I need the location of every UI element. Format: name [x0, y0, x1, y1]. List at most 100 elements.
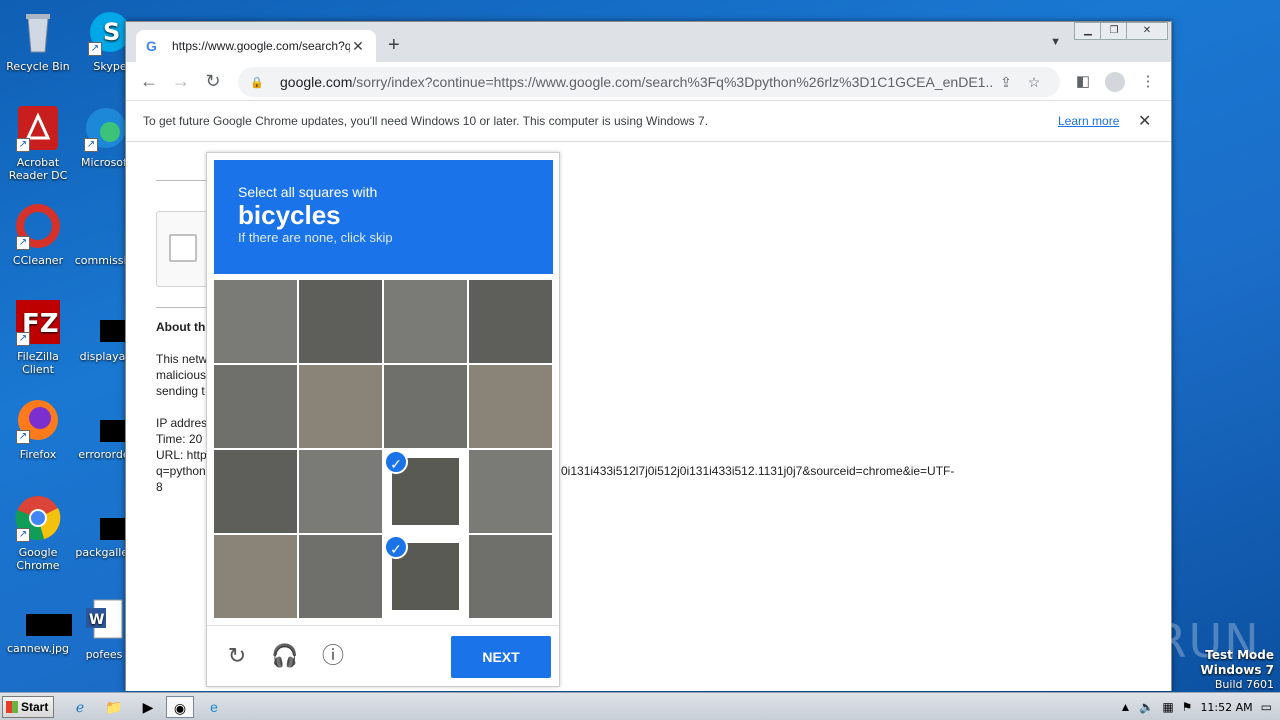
svg-text:S: S	[103, 18, 120, 46]
grid-tile[interactable]	[299, 365, 382, 448]
media-player-taskbar-icon[interactable]: ▶	[134, 696, 162, 718]
edge-taskbar-icon[interactable]: e	[200, 696, 228, 718]
edge-icon: ↗	[82, 104, 130, 152]
desktop-icon-ccleaner[interactable]: ↗ CCleaner	[0, 202, 76, 267]
grid-tile[interactable]	[469, 365, 552, 448]
test-mode-label: Test Mode	[1205, 648, 1274, 662]
window-close-icon[interactable]: ✕	[1126, 22, 1168, 40]
url-text-tail: 0i131i433i512l7j0i512j0i131i433i512.1131…	[561, 464, 955, 478]
url-label: URL: http	[156, 448, 207, 462]
show-desktop-icon[interactable]: ▭	[1261, 700, 1272, 714]
grid-tile[interactable]	[384, 365, 467, 448]
grid-tile[interactable]	[214, 535, 297, 618]
tab-search-chevron-icon[interactable]: ▼	[1050, 36, 1061, 48]
challenge-footer: ↻ 🎧 ⓘ NEXT	[207, 625, 559, 688]
desktop-icon-filezilla[interactable]: FZ ↗ FileZilla Client	[0, 298, 76, 376]
share-icon[interactable]: ⇪	[992, 74, 1020, 91]
desktop-icon-cannew[interactable]: cannew.jpg	[0, 604, 76, 655]
desktop-icon-label: Microsoft	[80, 156, 132, 169]
desktop-icon-label: pofees	[85, 648, 123, 661]
network-icon[interactable]: ▦	[1162, 700, 1173, 714]
acrobat-icon: ↗	[14, 104, 62, 152]
grid-tile[interactable]	[469, 450, 552, 533]
forward-arrow-icon[interactable]: →	[170, 70, 192, 92]
restore-icon[interactable]: ❐	[1100, 22, 1128, 40]
lock-icon[interactable]: 🔒	[250, 76, 264, 89]
start-button[interactable]: Start	[2, 696, 54, 718]
grid-tile[interactable]	[299, 280, 382, 363]
grid-tile[interactable]	[469, 535, 552, 618]
recycle-bin-icon	[14, 8, 62, 56]
address-url[interactable]: google.com/sorry/index?continue=https://…	[280, 74, 992, 90]
word-icon: W	[80, 596, 128, 644]
grid-tile[interactable]	[384, 280, 467, 363]
ie-taskbar-icon[interactable]: ℯ	[66, 696, 94, 718]
taskbar: Start ℯ 📁 ▶ ◉ e ▲ 🔈 ▦ ⚑ 11:52 AM ▭	[0, 692, 1280, 720]
address-bar[interactable]: 🔒 google.com/sorry/index?continue=https:…	[238, 67, 1060, 97]
time-label: Time: 20	[156, 432, 203, 446]
grid-tile[interactable]	[469, 280, 552, 363]
svg-text:W: W	[89, 612, 104, 628]
google-favicon-icon: G	[146, 38, 157, 54]
build-label: Build 7601	[1214, 678, 1274, 691]
page-text: This netw	[156, 352, 208, 366]
desktop-icon-label: cannew.jpg	[6, 642, 69, 655]
infobar-message: To get future Google Chrome updates, you…	[143, 114, 709, 128]
info-icon[interactable]: ⓘ	[319, 642, 347, 670]
firefox-icon: ↗	[14, 396, 62, 444]
volume-icon[interactable]: 🔈	[1139, 700, 1154, 714]
start-label: Start	[21, 700, 49, 714]
tray-expand-icon[interactable]: ▲	[1119, 700, 1131, 714]
bookmark-star-icon[interactable]: ☆	[1020, 74, 1048, 91]
tile-checkmark-icon: ✓	[384, 450, 408, 474]
url-text: q=python	[156, 464, 206, 478]
chrome-taskbar-icon[interactable]: ◉	[166, 696, 194, 718]
grid-tile[interactable]: ✓	[384, 535, 467, 618]
infobar-close-icon[interactable]: ✕	[1138, 111, 1151, 131]
grid-tile[interactable]	[214, 365, 297, 448]
action-center-flag-icon[interactable]: ⚑	[1182, 700, 1193, 714]
challenge-object: bicycles	[238, 200, 341, 230]
next-button[interactable]: NEXT	[451, 636, 551, 678]
file-icon	[80, 494, 140, 542]
grid-tile[interactable]: ✓	[384, 450, 467, 533]
os-label: Windows 7	[1200, 663, 1274, 677]
ip-address-label: IP addres	[156, 416, 208, 430]
desktop-icon-label: Firefox	[19, 448, 57, 461]
learn-more-link[interactable]: Learn more	[1058, 114, 1119, 128]
browser-toolbar: ← → ↻ 🔒 google.com/sorry/index?continue=…	[126, 62, 1171, 100]
desktop-icon-recycle-bin[interactable]: Recycle Bin	[0, 8, 76, 73]
desktop-icon-label: Acrobat Reader DC	[8, 156, 68, 182]
grid-tile[interactable]	[299, 450, 382, 533]
reload-icon[interactable]: ↻	[202, 70, 224, 92]
grid-tile[interactable]	[214, 450, 297, 533]
menu-kebab-icon[interactable]: ⋮	[1138, 72, 1158, 92]
ccleaner-icon: ↗	[14, 202, 62, 250]
new-tab-icon[interactable]: +	[388, 34, 400, 57]
desktop-icon-chrome[interactable]: ↗ Google Chrome	[0, 494, 76, 572]
clock[interactable]: 11:52 AM	[1200, 701, 1252, 714]
reload-challenge-icon[interactable]: ↻	[223, 642, 251, 670]
image-file-icon	[14, 604, 72, 638]
tab-strip: G https://www.google.com/search?q= ✕ + ▼…	[126, 22, 1171, 62]
page-text: sending t	[156, 384, 205, 398]
back-arrow-icon[interactable]: ←	[138, 70, 160, 92]
desktop-icon-label: errororde	[78, 448, 130, 461]
image-grid: ✓ ✓	[214, 280, 553, 619]
tab-close-icon[interactable]: ✕	[350, 38, 366, 55]
side-panel-icon[interactable]: ◧	[1073, 72, 1093, 92]
explorer-taskbar-icon[interactable]: 📁	[100, 696, 128, 718]
grid-tile[interactable]	[214, 280, 297, 363]
challenge-header: Select all squares with bicycles If ther…	[214, 160, 553, 274]
tab-google-search[interactable]: G https://www.google.com/search?q= ✕	[136, 30, 376, 62]
desktop-icon-acrobat[interactable]: ↗ Acrobat Reader DC	[0, 104, 76, 182]
recaptcha-checkbox[interactable]	[169, 234, 197, 262]
audio-headphones-icon[interactable]: 🎧	[271, 642, 299, 670]
grid-tile[interactable]	[299, 535, 382, 618]
profile-icon[interactable]	[1105, 72, 1125, 92]
minimize-icon[interactable]: ▁	[1074, 22, 1102, 40]
url-text-end: 8	[156, 480, 163, 494]
desktop-icon-label: CCleaner	[12, 254, 64, 267]
test-mode-notice: Test Mode Windows 7 Build 7601	[1201, 648, 1274, 692]
desktop-icon-firefox[interactable]: ↗ Firefox	[0, 396, 76, 461]
